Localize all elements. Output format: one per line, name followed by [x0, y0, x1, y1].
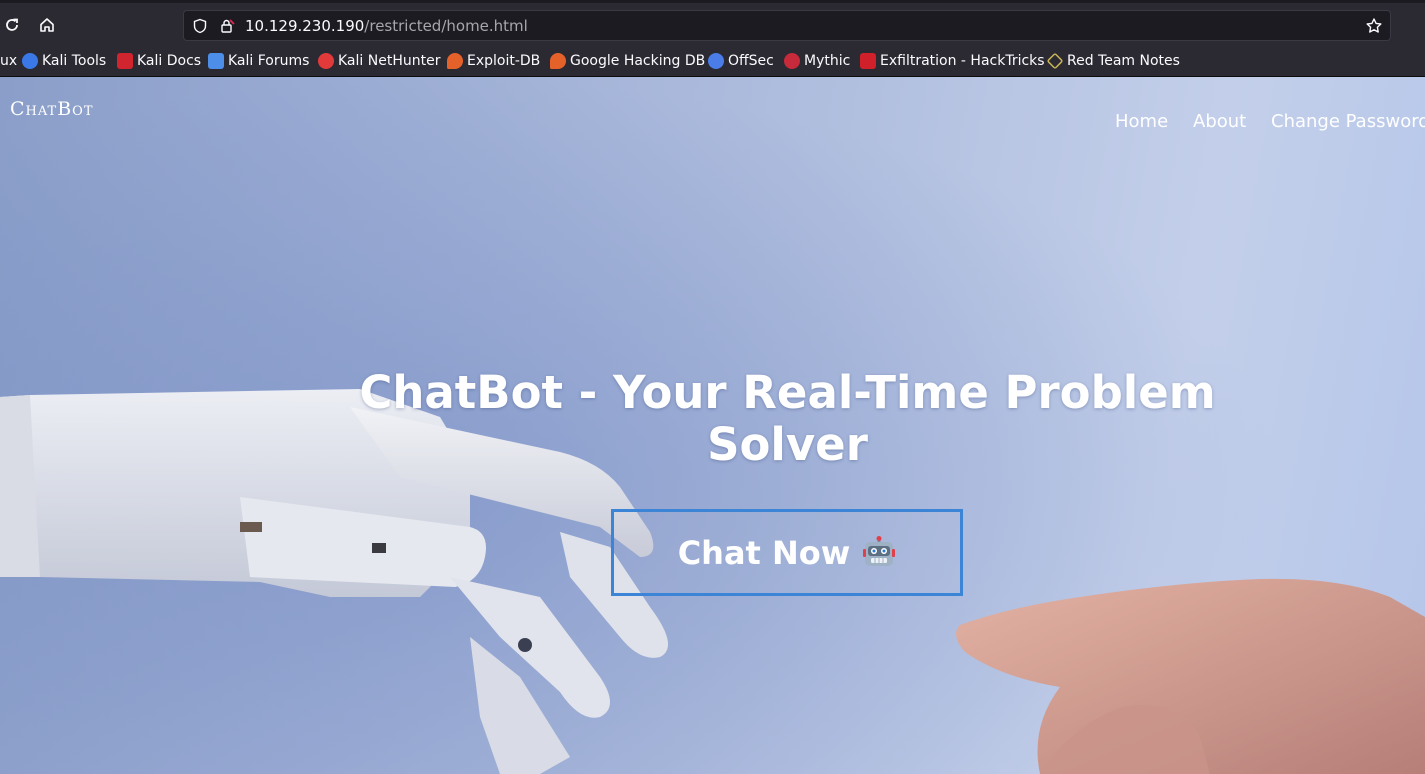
ghdb-icon — [550, 53, 566, 69]
nethunter-icon — [318, 53, 334, 69]
kali-forums-icon — [208, 53, 224, 69]
bookmark-item[interactable]: Kali Docs — [117, 51, 201, 71]
robot-icon — [863, 535, 896, 566]
bookmark-item[interactable]: Kali NetHunter — [318, 51, 440, 71]
reload-icon — [6, 18, 18, 31]
bookmark-label: Exploit-DB — [467, 53, 541, 69]
bookmark-item[interactable]: Google Hacking DB — [550, 51, 705, 71]
hero-title: ChatBot - Your Real-Time Problem Solver — [359, 366, 1216, 471]
home-button[interactable] — [34, 12, 60, 38]
nav-home[interactable]: Home — [1115, 111, 1168, 135]
bookmark-label: Kali NetHunter — [338, 53, 441, 69]
bookmark-item[interactable]: Mythic — [784, 51, 850, 71]
offsec-icon — [708, 53, 724, 69]
kali-docs-icon — [117, 53, 133, 69]
chat-now-button[interactable]: Chat Now — [611, 509, 963, 596]
url-path: /restricted/home.html — [364, 17, 528, 35]
bookmark-label: ux — [0, 53, 18, 69]
url-host: 10.129.230.190 — [245, 17, 365, 35]
page-viewport: ChatBot Home About Change Password ChatB… — [0, 77, 1425, 774]
bookmark-label: Kali Docs — [137, 53, 202, 69]
kali-tools-icon — [22, 53, 38, 69]
bookmarks-bar: ux Kali Tools Kali Docs Kali Forums Kali… — [0, 44, 1425, 77]
chat-now-label: Chat Now — [677, 533, 851, 572]
bookmark-label: OffSec — [728, 53, 774, 69]
bookmark-item[interactable]: ux — [0, 51, 17, 71]
nav-about[interactable]: About — [1193, 111, 1246, 135]
redteam-icon — [1046, 52, 1064, 70]
bookmark-item[interactable]: Red Team Notes — [1046, 51, 1180, 71]
bookmark-item[interactable]: Exploit-DB — [447, 51, 540, 71]
hacktricks-icon — [860, 53, 876, 69]
shield-icon[interactable] — [191, 17, 209, 35]
bookmark-star-icon — [1366, 18, 1382, 33]
url-text[interactable]: 10.129.230.190/restricted/home.html — [245, 17, 528, 35]
exploit-db-icon — [447, 53, 463, 69]
bookmark-label: Mythic — [804, 53, 851, 69]
reload-button[interactable] — [0, 12, 25, 38]
bookmark-label: Google Hacking DB — [570, 53, 706, 69]
browser-toolbar: 10.129.230.190/restricted/home.html — [0, 0, 1425, 44]
bookmark-item[interactable]: Kali Forums — [208, 51, 309, 71]
site-brand[interactable]: ChatBot — [10, 98, 94, 120]
nav-change-password[interactable]: Change Password — [1271, 111, 1425, 135]
bookmark-label: Exfiltration - HackTricks — [880, 53, 1045, 69]
bookmark-star-button[interactable] — [1364, 16, 1384, 36]
bookmark-item[interactable]: Kali Tools — [22, 51, 106, 71]
url-bar[interactable]: 10.129.230.190/restricted/home.html — [183, 10, 1391, 41]
bookmark-label: Red Team Notes — [1067, 53, 1180, 69]
bookmark-item[interactable]: OffSec — [708, 51, 774, 71]
bookmark-label: Kali Forums — [228, 53, 310, 69]
home-icon — [40, 18, 54, 32]
lock-warning-icon[interactable] — [218, 17, 236, 35]
bookmark-label: Kali Tools — [42, 53, 107, 69]
mythic-icon — [784, 53, 800, 69]
bookmark-item[interactable]: Exfiltration - HackTricks — [860, 51, 1045, 71]
